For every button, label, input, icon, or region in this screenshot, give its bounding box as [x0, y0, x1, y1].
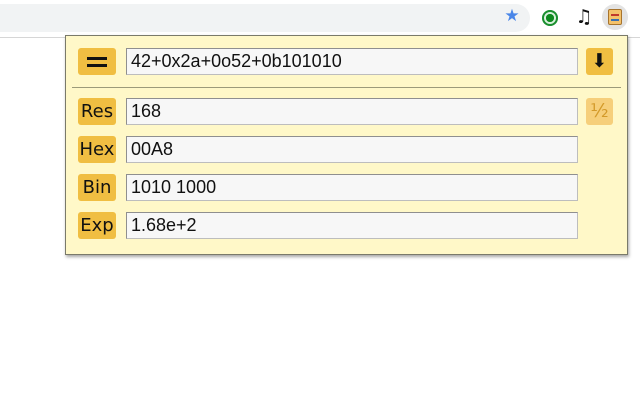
equals-icon: [87, 56, 107, 67]
hex-field[interactable]: 00A8: [126, 136, 578, 163]
bookmark-star-icon[interactable]: ★: [502, 6, 522, 26]
hex-button[interactable]: Hex: [78, 136, 116, 163]
music-note-extension-icon[interactable]: ♫: [574, 7, 594, 27]
calculator-popup: 42+0x2a+0o52+0b101010 ⬇ Res 168 ½ Hex 00…: [65, 35, 628, 255]
calculator-glyph-icon: [608, 9, 622, 25]
calculator-extension-icon[interactable]: [602, 4, 628, 30]
half-toggle-button[interactable]: ½: [586, 98, 613, 125]
expression-input[interactable]: 42+0x2a+0o52+0b101010: [126, 48, 578, 75]
down-arrow-icon: ⬇: [591, 50, 608, 72]
res-button[interactable]: Res: [78, 98, 116, 125]
green-circle-extension-icon[interactable]: [542, 10, 558, 26]
result-field[interactable]: 168: [126, 98, 578, 125]
evaluate-button[interactable]: [78, 48, 116, 75]
exp-button[interactable]: Exp: [78, 212, 116, 239]
half-icon: ½: [590, 100, 609, 122]
insert-down-button[interactable]: ⬇: [586, 48, 613, 75]
divider: [72, 87, 621, 88]
bin-button[interactable]: Bin: [78, 174, 116, 201]
exp-field[interactable]: 1.68e+2: [126, 212, 578, 239]
bin-field[interactable]: 1010 1000: [126, 174, 578, 201]
browser-toolbar: ★ ♫: [0, 0, 640, 38]
address-bar[interactable]: [0, 4, 530, 32]
